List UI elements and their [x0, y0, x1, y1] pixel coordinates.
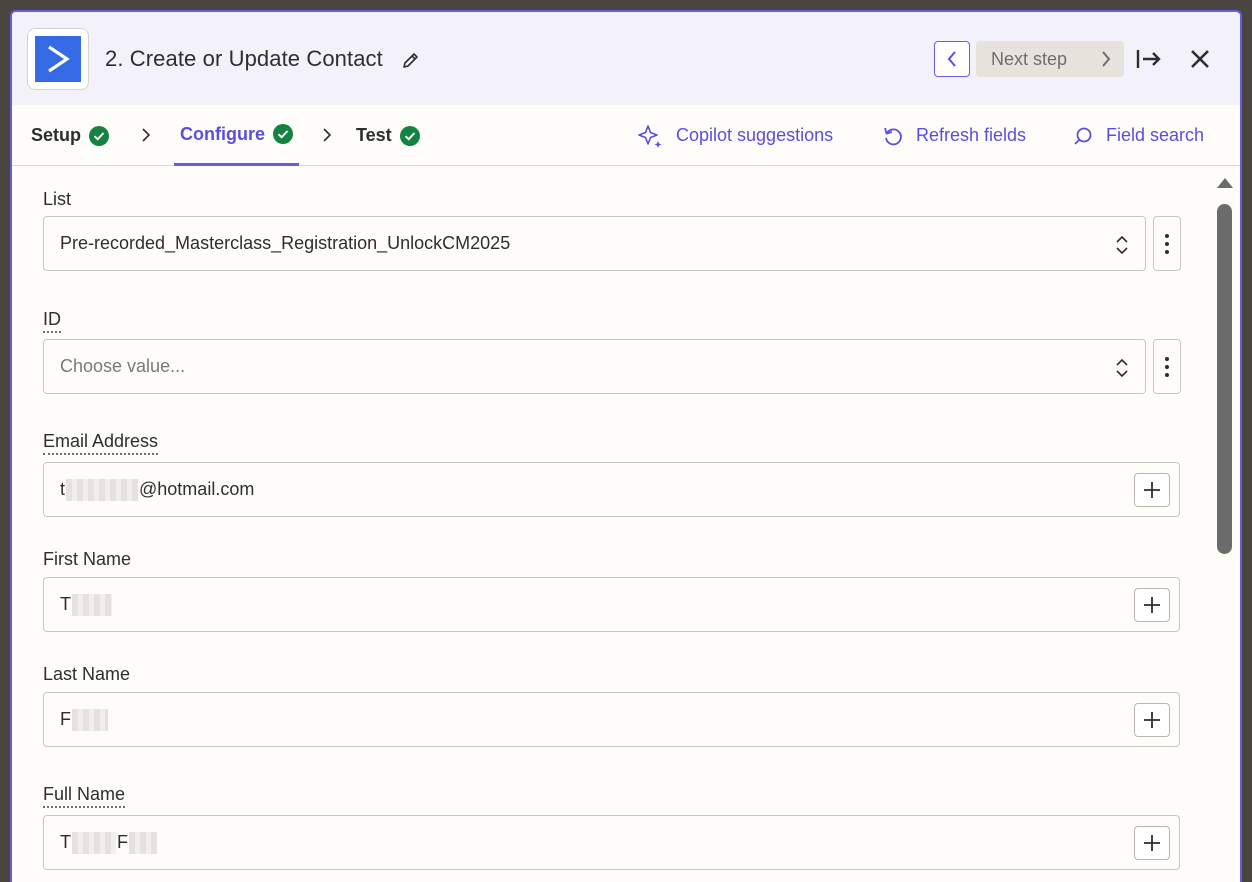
- refresh-fields-button[interactable]: Refresh fields: [882, 105, 1026, 166]
- plus-icon: [1144, 712, 1160, 728]
- chevron-left-icon: [947, 51, 956, 67]
- full-name-middle: F: [117, 832, 128, 852]
- last-name-insert-data-button[interactable]: [1134, 703, 1170, 737]
- list-label: List: [43, 189, 72, 209]
- email-suffix: @hotmail.com: [139, 479, 255, 499]
- scroll-up-arrow-icon[interactable]: [1215, 176, 1235, 190]
- last-name-field[interactable]: F: [43, 692, 1180, 747]
- search-icon: [1074, 127, 1092, 145]
- close-icon[interactable]: [1189, 48, 1211, 70]
- last-name-prefix: F: [60, 709, 71, 729]
- form-content: List Pre-recorded_Masterclass_Registrati…: [12, 167, 1240, 882]
- redacted-text: [129, 831, 157, 854]
- tab-setup[interactable]: Setup: [31, 105, 110, 166]
- step-tabs: Setup Configure Test Copilot suggestions: [12, 105, 1240, 166]
- plus-icon: [1144, 835, 1160, 851]
- copilot-suggestions-label: Copilot suggestions: [676, 125, 834, 145]
- step-header: 2. Create or Update Contact Next step: [12, 12, 1240, 105]
- list-select[interactable]: Pre-recorded_Masterclass_Registration_Un…: [43, 216, 1146, 271]
- plus-icon: [1144, 482, 1160, 498]
- refresh-fields-label: Refresh fields: [916, 125, 1027, 145]
- field-search-button[interactable]: Field search: [1072, 105, 1204, 166]
- list-more-options-button[interactable]: [1153, 216, 1181, 271]
- id-placeholder: Choose value...: [60, 356, 186, 376]
- email-insert-data-button[interactable]: [1134, 473, 1170, 507]
- step-editor-panel: 2. Create or Update Contact Next step Se…: [10, 10, 1242, 882]
- id-more-options-button[interactable]: [1153, 339, 1181, 394]
- redacted-text: [72, 593, 112, 616]
- previous-step-button[interactable]: [934, 41, 970, 77]
- tab-test[interactable]: Test: [356, 105, 420, 166]
- chevron-up-down-icon: [1116, 235, 1128, 255]
- check-circle-icon: [399, 125, 420, 146]
- field-search-label: Field search: [1106, 125, 1205, 145]
- first-name-field[interactable]: T: [43, 577, 1180, 632]
- next-step-button[interactable]: Next step: [976, 41, 1124, 77]
- redacted-text: [72, 831, 116, 854]
- refresh-icon: [884, 127, 902, 145]
- full-name-prefix: T: [60, 832, 71, 852]
- full-name-field[interactable]: T F: [43, 815, 1180, 870]
- first-name-prefix: T: [60, 594, 71, 614]
- email-field[interactable]: t @hotmail.com: [43, 462, 1180, 517]
- chevron-right-icon: [142, 128, 151, 142]
- full-name-insert-data-button[interactable]: [1134, 826, 1170, 860]
- last-name-label: Last Name: [43, 664, 131, 684]
- list-value: Pre-recorded_Masterclass_Registration_Un…: [60, 233, 511, 253]
- chevron-right-icon: [323, 128, 332, 142]
- first-name-label: First Name: [43, 549, 132, 569]
- first-name-insert-data-button[interactable]: [1134, 588, 1170, 622]
- step-title[interactable]: 2. Create or Update Contact: [105, 46, 383, 72]
- plus-icon: [1144, 597, 1160, 613]
- email-prefix: t: [60, 479, 66, 499]
- scrollbar-thumb[interactable]: [1217, 204, 1232, 554]
- tab-label: Configure: [180, 123, 265, 144]
- tab-label: Setup: [31, 125, 82, 145]
- email-label: Email Address: [43, 431, 159, 455]
- chevron-up-down-icon: [1116, 358, 1128, 378]
- next-step-label: Next step: [991, 48, 1068, 69]
- copilot-suggestions-button[interactable]: Copilot suggestions: [638, 105, 833, 166]
- chevron-right-icon: [1102, 51, 1111, 67]
- redacted-text: [66, 478, 139, 501]
- check-circle-icon: [89, 125, 110, 146]
- sparkle-icon: [638, 124, 662, 148]
- tab-label: Test: [356, 125, 392, 145]
- pencil-icon[interactable]: [401, 50, 421, 70]
- expand-panel-icon[interactable]: [1135, 47, 1163, 71]
- app-logo: [27, 28, 89, 90]
- redacted-text: [72, 708, 108, 731]
- activecampaign-logo-icon: [35, 36, 81, 82]
- id-label: ID: [43, 309, 61, 333]
- id-select[interactable]: Choose value...: [43, 339, 1146, 394]
- full-name-label: Full Name: [43, 784, 126, 808]
- check-circle-icon: [273, 124, 293, 144]
- tab-configure[interactable]: Configure: [174, 105, 299, 166]
